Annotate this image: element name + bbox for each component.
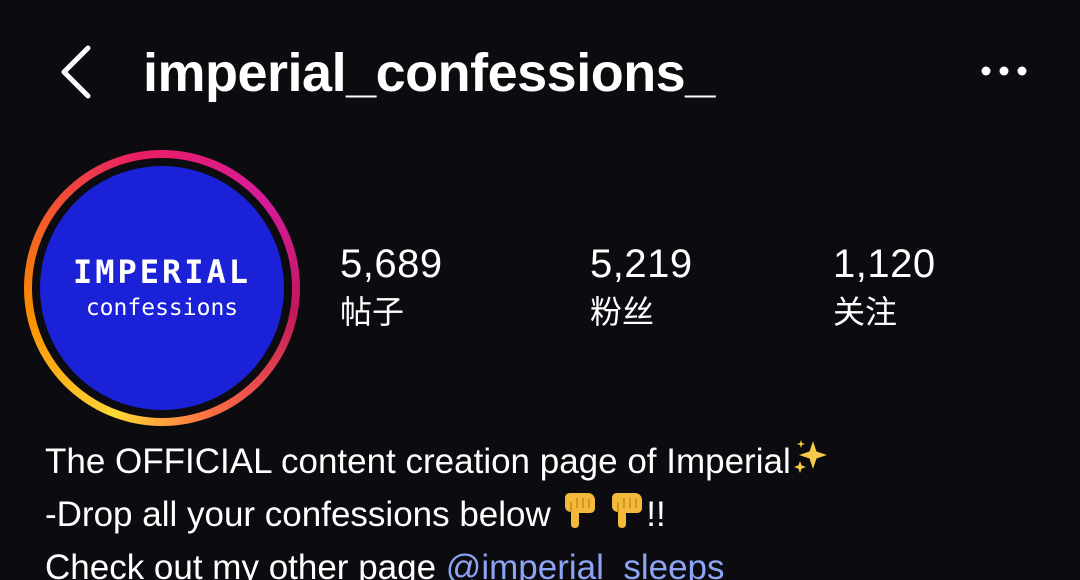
chevron-left-icon [61, 45, 91, 99]
posts-label: 帖子 [340, 294, 405, 330]
more-horizontal-icon [981, 66, 1027, 76]
bio-line-3: Check out my other page @imperial_sleeps [45, 543, 1065, 580]
profile-username: imperial_confessions_ [143, 43, 715, 103]
followers-count: 5,219 [590, 242, 693, 286]
followers-label: 粉丝 [590, 294, 655, 330]
following-label: 关注 [833, 294, 898, 330]
bio-line-1-text: The OFFICIAL content creation page of Im… [45, 442, 791, 481]
avatar: IMPERIAL confessions [40, 166, 284, 410]
profile-screen: imperial_confessions_ IMPERIAL confessio… [0, 0, 1080, 580]
bio-line-2-text: -Drop all your confessions below [45, 495, 551, 534]
back-button[interactable] [52, 40, 100, 104]
bio-line-2: -Drop all your confessions below !! [45, 490, 1065, 543]
bio-line-1: The OFFICIAL content creation page of Im… [45, 437, 1065, 490]
bio-line-3-text: Check out my other page [45, 548, 437, 580]
avatar-logo-title: IMPERIAL [72, 253, 252, 291]
following-count: 1,120 [833, 242, 936, 286]
posts-count: 5,689 [340, 242, 443, 286]
sparkles-icon [791, 437, 831, 490]
stat-following[interactable]: 1,120 关注 [833, 240, 936, 332]
pointing-down-icon [561, 490, 599, 543]
more-options-button[interactable] [978, 58, 1030, 84]
pointing-down-icon [608, 490, 646, 543]
avatar-logo-subtitle: confessions [85, 295, 239, 321]
stat-followers[interactable]: 5,219 粉丝 [590, 240, 693, 332]
bio-line-2-suffix: !! [646, 495, 666, 534]
profile-bio: The OFFICIAL content creation page of Im… [45, 437, 1065, 580]
story-ring[interactable]: IMPERIAL confessions [24, 150, 300, 426]
avatar-gap: IMPERIAL confessions [32, 158, 292, 418]
stat-posts[interactable]: 5,689 帖子 [340, 240, 443, 332]
bio-mention-link[interactable]: @imperial_sleeps [446, 548, 725, 580]
